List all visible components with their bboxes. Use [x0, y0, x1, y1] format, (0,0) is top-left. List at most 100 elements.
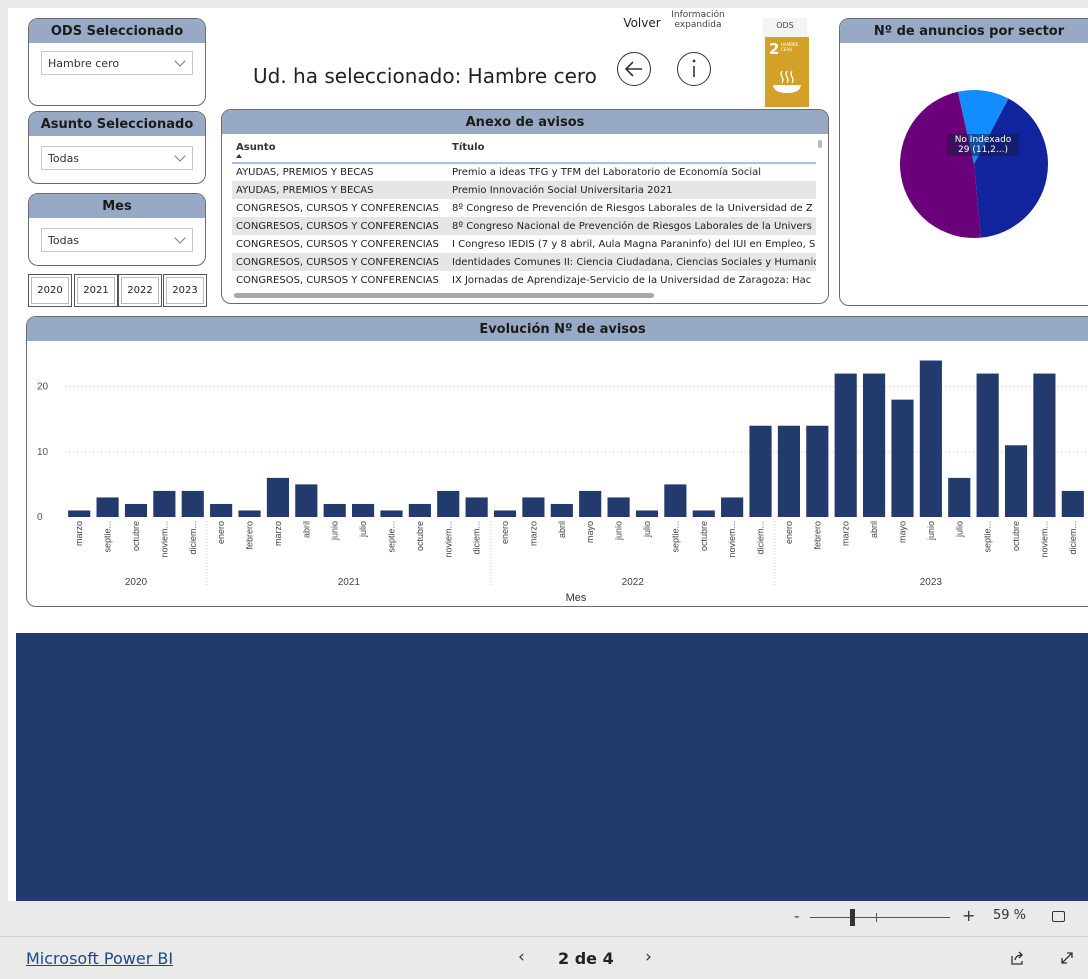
bar[interactable]: [437, 490, 460, 517]
bar[interactable]: [721, 497, 744, 517]
year-button-2021[interactable]: 2021: [74, 274, 118, 307]
year-button-2023[interactable]: 2023: [163, 274, 207, 307]
cell-titulo: Premio a ideas TFG y TFM del Laboratorio…: [452, 167, 761, 178]
bar[interactable]: [238, 510, 261, 517]
bar[interactable]: [664, 484, 687, 517]
back-button[interactable]: [617, 52, 651, 86]
annex-table: Asunto Título AYUDAS, PREMIOS Y BECAS Pre…: [232, 138, 816, 289]
x-tick-label: diciem...: [472, 521, 482, 555]
cell-asunto: CONGRESOS, CURSOS Y CONFERENCIAS: [232, 253, 448, 271]
bar[interactable]: [380, 510, 403, 517]
ods-label: ODS: [776, 21, 794, 30]
ods-dropdown[interactable]: Hambre cero: [41, 51, 193, 75]
x-tick-label: diciem...: [188, 521, 198, 555]
bar[interactable]: [96, 497, 119, 517]
bar[interactable]: [777, 425, 800, 517]
bar[interactable]: [408, 503, 431, 517]
fullscreen-icon[interactable]: [1060, 951, 1074, 965]
fit-to-page-icon[interactable]: [1052, 911, 1065, 922]
y-tick-label: 20: [37, 382, 49, 393]
x-tick-label: marzo: [273, 521, 283, 546]
zoom-slider-center-tick: [876, 913, 877, 922]
year-label: 2023: [920, 577, 943, 588]
pie-tooltip: No Indexado 29 (11,2...): [947, 134, 1019, 156]
x-tick-label: abril: [557, 521, 567, 538]
bar[interactable]: [465, 497, 488, 517]
bar[interactable]: [522, 497, 545, 517]
bar[interactable]: [295, 484, 318, 517]
bar[interactable]: [1061, 490, 1084, 517]
zoom-in-button[interactable]: +: [962, 906, 975, 925]
asunto-filter-title: Asunto Seleccionado: [29, 112, 205, 136]
bar[interactable]: [891, 399, 914, 517]
share-icon[interactable]: [1010, 950, 1026, 966]
report-viewer: ODS Seleccionado Hambre cero Asunto Sele…: [0, 0, 1088, 979]
bar-chart-card: Evolución Nº de avisos 0 10 20 marzo septie.…: [26, 316, 1088, 607]
bar[interactable]: [607, 497, 630, 517]
next-page-icon[interactable]: ›: [645, 947, 652, 967]
bar-chart: 0 10 20 marzo septie... octubre noviem... dicie…: [37, 360, 1087, 604]
bar[interactable]: [834, 373, 857, 517]
x-tick-label: enero: [500, 521, 510, 544]
bar[interactable]: [806, 425, 829, 517]
ods-dropdown-value: Hambre cero: [48, 56, 120, 70]
year-label: 2021: [338, 577, 361, 588]
bar[interactable]: [323, 503, 346, 517]
table-row[interactable]: CONGRESOS, CURSOS Y CONFERENCIAS I Congre…: [232, 235, 816, 253]
cell-asunto: CONGRESOS, CURSOS Y CONFERENCIAS: [236, 238, 439, 250]
previous-page-icon[interactable]: ‹: [518, 947, 525, 967]
bar[interactable]: [1004, 445, 1028, 517]
info-button[interactable]: [677, 52, 711, 86]
bar[interactable]: [550, 503, 573, 517]
zoom-level: 59 %: [993, 908, 1027, 923]
table-row[interactable]: AYUDAS, PREMIOS Y BECAS Premio Innovación…: [232, 181, 816, 199]
bar[interactable]: [919, 360, 942, 517]
power-bi-link[interactable]: Microsoft Power BI: [26, 949, 173, 968]
column-header-asunto[interactable]: Asunto: [232, 138, 448, 164]
bar[interactable]: [352, 503, 375, 517]
bowl-icon: [773, 70, 801, 93]
cell-asunto: CONGRESOS, CURSOS Y CONFERENCIAS: [232, 217, 448, 235]
bar[interactable]: [976, 373, 999, 517]
mes-dropdown[interactable]: Todas: [41, 228, 193, 252]
bar[interactable]: [210, 503, 233, 517]
bar[interactable]: [749, 425, 772, 517]
info-label: Información expandida: [671, 10, 725, 30]
bar[interactable]: [635, 510, 659, 517]
table-row[interactable]: CONGRESOS, CURSOS Y CONFERENCIAS Identida…: [232, 253, 816, 271]
zoom-out-button[interactable]: -: [794, 907, 799, 925]
annex-horizontal-scrollbar[interactable]: [234, 293, 654, 298]
bar[interactable]: [1033, 373, 1056, 517]
bar[interactable]: [948, 477, 971, 517]
table-row[interactable]: CONGRESOS, CURSOS Y CONFERENCIAS 8º Congr…: [232, 217, 816, 235]
bar[interactable]: [266, 477, 289, 517]
table-row[interactable]: AYUDAS, PREMIOS Y BECAS Premio a ideas TF…: [232, 163, 816, 181]
bar[interactable]: [579, 490, 602, 517]
bar[interactable]: [863, 373, 886, 517]
arrow-left-icon: [624, 61, 642, 77]
zoom-slider-thumb[interactable]: [850, 909, 855, 926]
table-row[interactable]: CONGRESOS, CURSOS Y CONFERENCIAS IX Jorna…: [232, 271, 816, 289]
asunto-filter-card: Asunto Seleccionado Todas: [28, 111, 206, 184]
bar[interactable]: [181, 490, 204, 517]
chevron-down-icon: [174, 55, 186, 67]
bar[interactable]: [153, 490, 176, 517]
cell-asunto: CONGRESOS, CURSOS Y CONFERENCIAS: [236, 274, 439, 286]
bar[interactable]: [493, 510, 517, 517]
bar[interactable]: [692, 510, 715, 517]
bar[interactable]: [124, 503, 148, 517]
column-header-titulo[interactable]: Título: [448, 138, 816, 164]
asunto-dropdown[interactable]: Todas: [41, 146, 193, 170]
zoom-slider[interactable]: [810, 909, 950, 926]
x-tick-label: marzo: [841, 521, 851, 546]
asunto-dropdown-value: Todas: [48, 151, 80, 165]
annex-vertical-scrollbar[interactable]: [818, 140, 822, 148]
bar[interactable]: [68, 510, 91, 517]
year-button-2020[interactable]: 2020: [28, 274, 72, 307]
pie-chart[interactable]: [840, 45, 1088, 306]
ods-badge-text: HAMBRE CERO: [781, 42, 799, 52]
table-row[interactable]: CONGRESOS, CURSOS Y CONFERENCIAS 8º Congr…: [232, 199, 816, 217]
x-tick-label: octubre: [415, 521, 425, 551]
pie-chart-title: Nº de anuncios por sector: [840, 19, 1088, 43]
year-button-2022[interactable]: 2022: [118, 274, 162, 307]
